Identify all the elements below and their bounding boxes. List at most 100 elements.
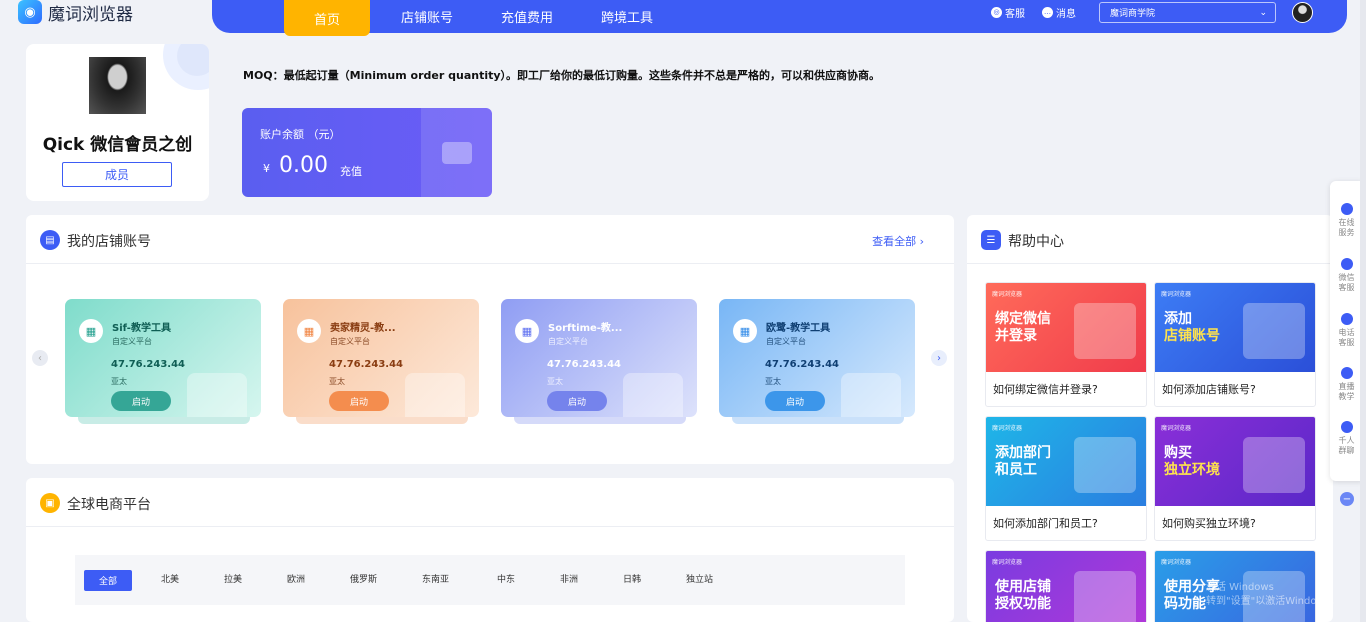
store-platform: 自定义平台 <box>766 337 806 346</box>
document-icon: ☰ <box>981 230 1001 250</box>
store-card[interactable]: ▦ 卖家精灵-教... 自定义平台 47.76.243.44 亚太 启动 <box>283 299 479 417</box>
help-article-image: 魔词浏览器 添加 店铺账号 <box>1155 283 1315 372</box>
role-button[interactable]: 成员 <box>62 162 172 187</box>
floating-contact-bar: 在线 服务 微信 客服 电话 客服 直播 教学 千人 群聊 <box>1330 181 1363 481</box>
online-service-button[interactable]: 在线 服务 <box>1330 203 1363 238</box>
carousel-prev-button[interactable]: ‹ <box>32 350 48 366</box>
image-title: 添加部门 和员工 <box>995 445 1051 479</box>
region-tab[interactable]: 俄罗斯 <box>350 572 377 585</box>
balance-label: 账户余额 （元） <box>260 128 341 141</box>
help-article-card[interactable]: 魔词浏览器 添加 店铺账号 如何添加店铺账号? <box>1154 282 1316 407</box>
help-article-card[interactable]: 魔词浏览器 添加部门 和员工 如何添加部门和员工? <box>985 416 1147 541</box>
live-teaching-button[interactable]: 直播 教学 <box>1330 367 1363 402</box>
phone-service-button[interactable]: 电话 客服 <box>1330 313 1363 348</box>
tab-home[interactable]: 首页 <box>284 0 370 36</box>
store-platform: 自定义平台 <box>548 337 588 346</box>
image-line: 添加部门 <box>995 445 1051 461</box>
region-tab[interactable]: 非洲 <box>560 572 578 585</box>
store-card-icon: ▦ <box>79 319 103 343</box>
region-tab[interactable]: 中东 <box>497 572 515 585</box>
illustration <box>1074 303 1136 359</box>
phone-icon <box>1340 313 1353 325</box>
wechat-icon <box>1340 258 1353 270</box>
page-scrollbar[interactable] <box>1360 0 1366 622</box>
image-line: 授权功能 <box>995 596 1051 612</box>
image-line: 店铺账号 <box>1164 328 1220 344</box>
help-article-card[interactable]: 魔词浏览器 购买 独立环境 如何购买独立环境? <box>1154 416 1316 541</box>
wallet-icon <box>442 142 472 164</box>
brand-tag: 魔词浏览器 <box>992 291 1023 298</box>
image-title: 绑定微信 并登录 <box>995 311 1051 345</box>
help-article-image: 魔词浏览器 绑定微信 并登录 <box>986 283 1146 372</box>
store-platform: 自定义平台 <box>112 337 152 346</box>
view-all-link[interactable]: 查看全部 › <box>872 233 924 249</box>
region-tab[interactable]: 欧洲 <box>287 572 305 585</box>
tab-recharge[interactable]: 充值费用 <box>482 0 572 33</box>
shop-illustration <box>405 373 465 417</box>
people-icon <box>1340 421 1353 433</box>
help-article-image: 魔词浏览器 购买 独立环境 <box>1155 417 1315 506</box>
launch-button[interactable]: 启动 <box>765 391 825 411</box>
illustration <box>1243 303 1305 359</box>
store-region: 亚太 <box>111 377 127 386</box>
store-card-icon: ▦ <box>297 319 321 343</box>
store-region: 亚太 <box>329 377 345 386</box>
profile-card: Qick 微信會员之创 成员 <box>26 44 209 201</box>
float-label: 客服 <box>1338 283 1355 292</box>
region-tab[interactable]: 东南亚 <box>422 572 449 585</box>
brand-tag: 魔词浏览器 <box>992 559 1023 566</box>
app-logo[interactable]: ◉ 魔词浏览器 <box>18 0 133 25</box>
region-tab[interactable]: 北美 <box>161 572 179 585</box>
launch-button[interactable]: 启动 <box>329 391 389 411</box>
image-line: 和员工 <box>995 462 1037 478</box>
store-card[interactable]: ▦ Sorftime-教... 自定义平台 47.76.243.44 亚太 启动 <box>501 299 697 417</box>
brand-tag: 魔词浏览器 <box>992 425 1023 432</box>
store-card[interactable]: ▦ 欧鹭-教学工具 自定义平台 47.76.243.44 亚太 启动 <box>719 299 915 417</box>
help-article-image: 魔词浏览器 添加部门 和员工 <box>986 417 1146 506</box>
float-label: 客服 <box>1338 338 1355 347</box>
shop-illustration <box>623 373 683 417</box>
store-panel-title: 我的店铺账号 <box>67 234 151 250</box>
collapse-float-button[interactable]: − <box>1340 492 1354 506</box>
region-tab[interactable]: 日韩 <box>623 572 641 585</box>
store-card-icon: ▦ <box>733 319 757 343</box>
school-select[interactable]: 魔词商学院 ⌄ <box>1099 2 1276 23</box>
view-all-label: 查看全部 <box>872 235 917 248</box>
card-shadow <box>732 417 904 424</box>
user-avatar[interactable] <box>1292 2 1313 23</box>
help-article-card[interactable]: 魔词浏览器 使用店铺 授权功能 <box>985 550 1147 622</box>
tab-store-accounts[interactable]: 店铺账号 <box>382 0 472 33</box>
recharge-button[interactable]: 充值 <box>340 163 362 179</box>
float-label: 微信 <box>1338 273 1355 282</box>
float-label: 服务 <box>1338 228 1355 237</box>
launch-button[interactable]: 启动 <box>111 391 171 411</box>
region-tab[interactable]: 独立站 <box>686 572 713 585</box>
store-card[interactable]: ▦ Sif-教学工具 自定义平台 47.76.243.44 亚太 启动 <box>65 299 261 417</box>
carousel-next-button[interactable]: › <box>931 350 947 366</box>
panel-header: ☰ 帮助中心 <box>967 215 1333 264</box>
float-label: 直播 <box>1338 382 1355 391</box>
card-shadow <box>514 417 686 424</box>
group-chat-button[interactable]: 千人 群聊 <box>1330 421 1363 456</box>
region-tab[interactable]: 拉美 <box>224 572 242 585</box>
help-article-title: 如何添加部门和员工? <box>993 517 1098 530</box>
message-label: 消息 <box>1056 8 1076 20</box>
panel-header: ▣ 全球电商平台 <box>26 478 954 527</box>
illustration <box>1074 571 1136 622</box>
chat-bubble-icon: … <box>1042 6 1053 18</box>
tab-cross-border-tools[interactable]: 跨境工具 <box>582 0 672 33</box>
launch-button[interactable]: 启动 <box>547 391 607 411</box>
message-link[interactable]: … 消息 <box>1042 0 1076 24</box>
brand-tag: 魔词浏览器 <box>1161 559 1192 566</box>
region-tab-all[interactable]: 全部 <box>84 570 132 591</box>
store-ip: 47.76.243.44 <box>765 359 840 370</box>
region-filter-bar: 全部 北美 拉美 欧洲 俄罗斯 东南亚 中东 非洲 日韩 独立站 <box>75 555 905 605</box>
card-shadow <box>296 417 468 424</box>
help-article-card[interactable]: 魔词浏览器 绑定微信 并登录 如何绑定微信并登录? <box>985 282 1147 407</box>
wechat-service-button[interactable]: 微信 客服 <box>1330 258 1363 293</box>
watermark-line: 转到"设置"以激活Windows。 <box>1206 596 1340 607</box>
service-link[interactable]: ◎ 客服 <box>991 0 1025 24</box>
shop-illustration <box>841 373 901 417</box>
platforms-panel-title: 全球电商平台 <box>67 497 151 513</box>
headset-icon: ◎ <box>991 6 1002 18</box>
